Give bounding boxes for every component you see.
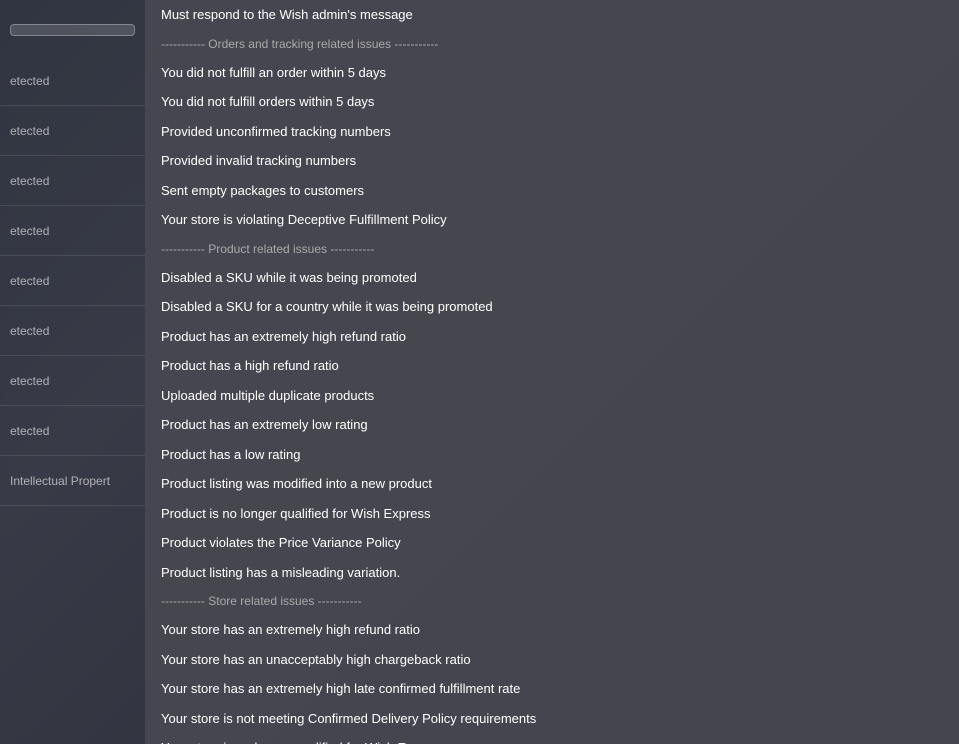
dropdown-item[interactable]: Disabled a SKU while it was being promot… (145, 263, 959, 293)
dropdown-item[interactable]: Your store is violating Deceptive Fulfil… (145, 205, 959, 235)
left-row-item: Intellectual Propert (0, 456, 145, 506)
dropdown-item[interactable]: Product listing was modified into a new … (145, 469, 959, 499)
left-row-item: etected (0, 206, 145, 256)
dropdown-item[interactable]: Product has a high refund ratio (145, 351, 959, 381)
dropdown-item[interactable]: Your store is not meeting Confirmed Deli… (145, 704, 959, 734)
dropdown-item[interactable]: Product has a low rating (145, 440, 959, 470)
left-row-item: etected (0, 306, 145, 356)
dropdown-item[interactable]: Product has an extremely low rating (145, 410, 959, 440)
dropdown-section-header: ----------- Orders and tracking related … (145, 30, 959, 58)
filter-button[interactable] (10, 24, 135, 36)
dropdown-item[interactable]: Your store has an extremely high refund … (145, 615, 959, 645)
dropdown-item[interactable]: Product violates the Price Variance Poli… (145, 528, 959, 558)
dropdown-item[interactable]: Your store is no longer qualified for Wi… (145, 733, 959, 744)
left-rows: etectedetectedetectedetectedetectedetect… (0, 56, 145, 506)
dropdown-item[interactable]: Must respond to the Wish admin's message (145, 0, 959, 30)
dropdown-item[interactable]: Product listing has a misleading variati… (145, 558, 959, 588)
dropdown-panel[interactable]: Must respond to the Wish admin's message… (145, 0, 959, 744)
dropdown-item[interactable]: Your store has an extremely high late co… (145, 674, 959, 704)
dropdown-section-header: ----------- Store related issues -------… (145, 587, 959, 615)
dropdown-item[interactable]: You did not fulfill orders within 5 days (145, 87, 959, 117)
left-row-item: etected (0, 356, 145, 406)
left-row-item: etected (0, 56, 145, 106)
dropdown-item[interactable]: Your store has an unacceptably high char… (145, 645, 959, 675)
dropdown-item[interactable]: Provided invalid tracking numbers (145, 146, 959, 176)
left-row-item: etected (0, 256, 145, 306)
dropdown-item[interactable]: You did not fulfill an order within 5 da… (145, 58, 959, 88)
dropdown-item[interactable]: Product has an extremely high refund rat… (145, 322, 959, 352)
dropdown-item[interactable]: Disabled a SKU for a country while it wa… (145, 292, 959, 322)
dropdown-section-header: ----------- Product related issues -----… (145, 235, 959, 263)
dropdown-item[interactable]: Sent empty packages to customers (145, 176, 959, 206)
dropdown-item[interactable]: Uploaded multiple duplicate products (145, 381, 959, 411)
left-row-item: etected (0, 406, 145, 456)
left-row-item: etected (0, 156, 145, 206)
left-panel: etectedetectedetectedetectedetectedetect… (0, 0, 145, 744)
dropdown-item[interactable]: Product is no longer qualified for Wish … (145, 499, 959, 529)
dropdown-item[interactable]: Provided unconfirmed tracking numbers (145, 117, 959, 147)
left-row-item: etected (0, 106, 145, 156)
